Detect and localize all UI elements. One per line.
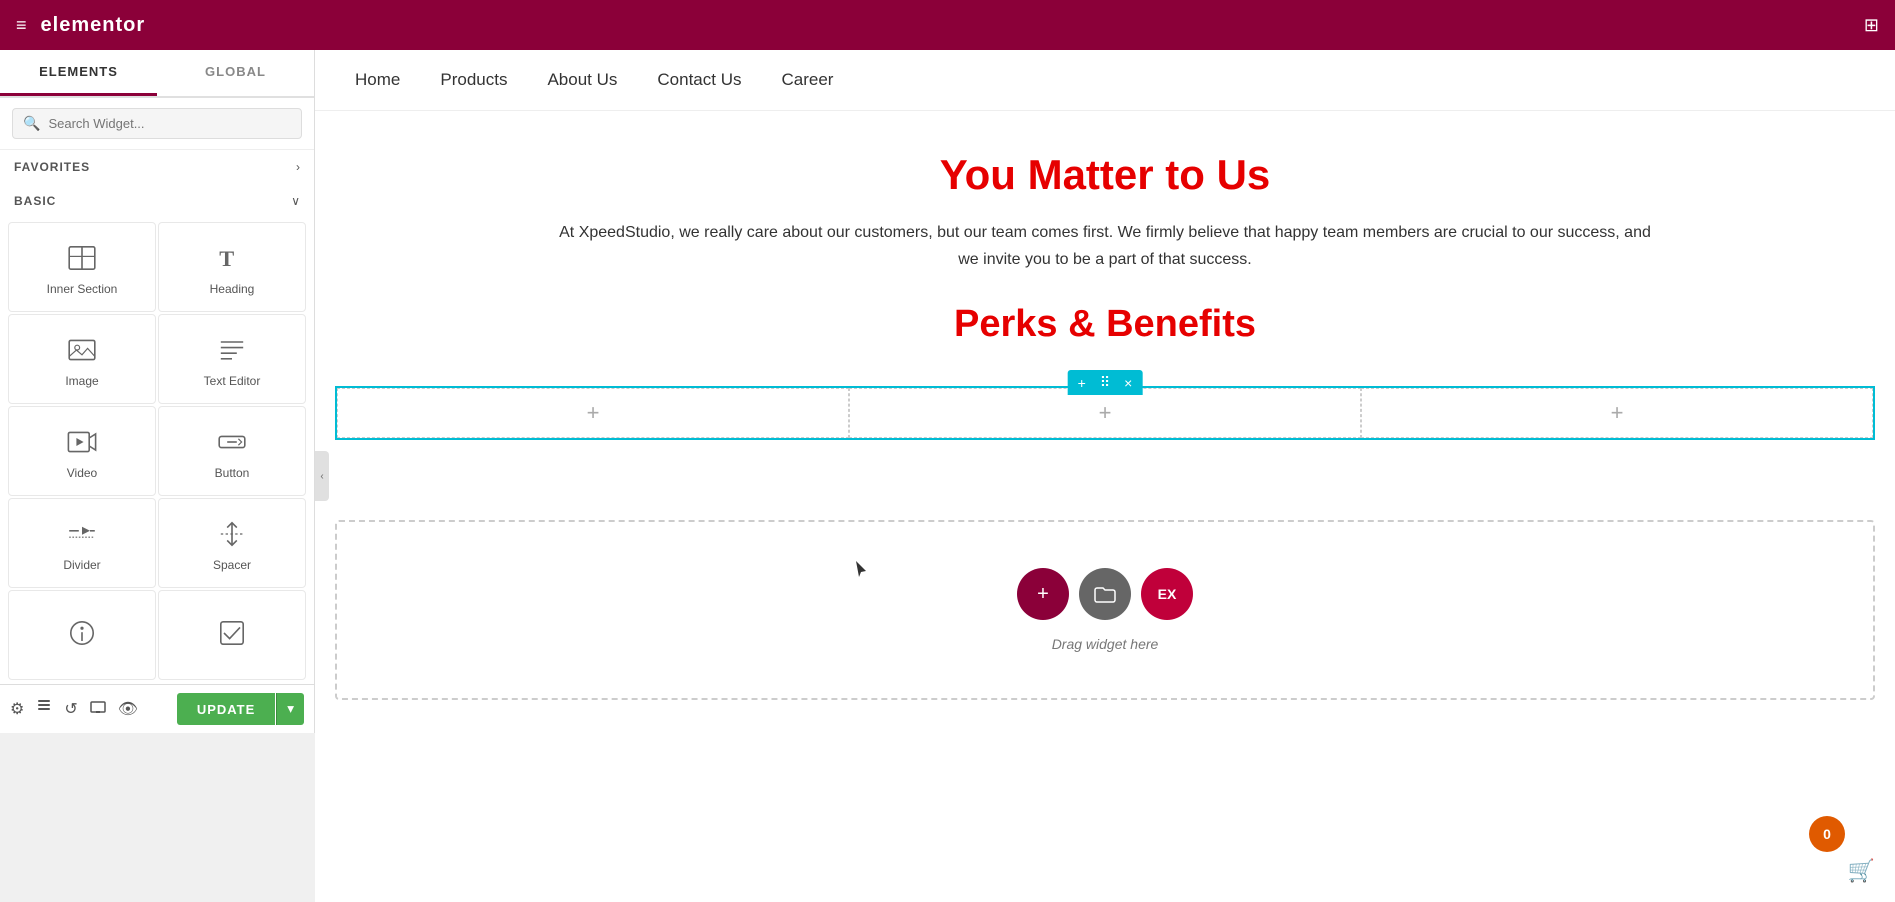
widget-spacer[interactable]: Spacer	[158, 498, 306, 588]
panel-tabs: ELEMENTS GLOBAL	[0, 50, 314, 98]
drop-zone: + EX Drag widget here	[335, 520, 1875, 700]
add-col-3-btn[interactable]: +	[1611, 400, 1624, 426]
left-panel: ELEMENTS GLOBAL 🔍 FAVORITES › BASIC ∨	[0, 50, 315, 733]
update-button[interactable]: UPDATE	[177, 693, 275, 725]
notification-badge[interactable]: 0	[1809, 816, 1845, 852]
widget-label-divider: Divider	[63, 558, 100, 572]
search-icon: 🔍	[23, 115, 40, 132]
nav-products[interactable]: Products	[440, 70, 507, 90]
heading-icon: T	[216, 242, 248, 274]
widget-button[interactable]: Button	[158, 406, 306, 496]
favorites-arrow: ›	[296, 160, 300, 174]
widget-extra-1[interactable]	[8, 590, 156, 680]
video-icon	[66, 426, 98, 458]
widget-label-spacer: Spacer	[213, 558, 251, 572]
widget-image[interactable]: Image	[8, 314, 156, 404]
widget-label-inner-section: Inner Section	[47, 282, 118, 296]
drop-add-button[interactable]: +	[1017, 568, 1069, 620]
row-controls: + ⠿ ×	[1068, 370, 1143, 395]
spacer-icon	[216, 518, 248, 550]
nav-career[interactable]: Career	[781, 70, 833, 90]
divider-icon	[66, 518, 98, 550]
canvas-area: Home Products About Us Contact Us Career…	[315, 50, 1895, 902]
widget-extra-2-icon	[216, 617, 248, 649]
widget-grid: Inner Section T Heading Image	[0, 218, 314, 684]
widget-divider[interactable]: Divider	[8, 498, 156, 588]
widget-extra-1-icon	[66, 617, 98, 649]
ex-label: EX	[1158, 586, 1177, 602]
hamburger-icon[interactable]: ≡	[16, 15, 27, 36]
drop-ex-button[interactable]: EX	[1141, 568, 1193, 620]
folder-icon	[1094, 583, 1116, 605]
widget-label-text-editor: Text Editor	[204, 374, 261, 388]
search-box: 🔍	[0, 98, 314, 150]
bottom-toolbar: ⚙ ↺ 👁 UPDATE ▾	[0, 684, 314, 733]
basic-label: BASIC	[14, 194, 56, 208]
image-icon	[66, 334, 98, 366]
widget-label-image: Image	[65, 374, 98, 388]
site-nav: Home Products About Us Contact Us Career	[315, 50, 1895, 111]
hero-title: You Matter to Us	[335, 151, 1875, 199]
panel-collapse-handle[interactable]: ‹	[315, 451, 329, 501]
add-col-2-btn[interactable]: +	[1099, 400, 1112, 426]
hero-section: You Matter to Us At XpeedStudio, we real…	[315, 111, 1895, 386]
text-editor-icon	[216, 334, 248, 366]
hero-description: At XpeedStudio, we really care about our…	[555, 219, 1655, 273]
row-col-3[interactable]: +	[1361, 388, 1873, 438]
favorites-label: FAVORITES	[14, 160, 90, 174]
grid-icon[interactable]: ⊞	[1864, 15, 1879, 36]
row-col-2[interactable]: +	[849, 388, 1361, 438]
favorites-section-header[interactable]: FAVORITES ›	[0, 150, 314, 184]
basic-section-header[interactable]: BASIC ∨	[0, 184, 314, 218]
elementor-logo: elementor	[41, 14, 146, 37]
widget-label-heading: Heading	[210, 282, 255, 296]
widget-heading[interactable]: T Heading	[158, 222, 306, 312]
widget-inner-section[interactable]: Inner Section	[8, 222, 156, 312]
widget-label-button: Button	[215, 466, 250, 480]
search-input[interactable]	[48, 116, 291, 131]
responsive-icon[interactable]	[90, 699, 106, 720]
row-inner: + + +	[337, 388, 1873, 438]
history-icon[interactable]: ↺	[64, 699, 77, 719]
svg-text:T: T	[219, 246, 234, 271]
button-icon	[216, 426, 248, 458]
tab-elements[interactable]: ELEMENTS	[0, 50, 157, 96]
basic-arrow: ∨	[291, 194, 300, 208]
layers-icon[interactable]	[36, 699, 52, 720]
drop-zone-label: Drag widget here	[1052, 636, 1159, 652]
add-col-1-btn[interactable]: +	[587, 400, 600, 426]
row-move-btn[interactable]: ⠿	[1096, 372, 1114, 393]
drop-zone-buttons: + EX	[1017, 568, 1193, 620]
nav-about[interactable]: About Us	[547, 70, 617, 90]
row-delete-btn[interactable]: ×	[1120, 373, 1136, 393]
selected-row: + ⠿ × + + +	[335, 386, 1875, 440]
widget-text-editor[interactable]: Text Editor	[158, 314, 306, 404]
widget-label-video: Video	[67, 466, 97, 480]
perks-title: Perks & Benefits	[335, 303, 1875, 346]
tab-global[interactable]: GLOBAL	[157, 50, 314, 96]
widget-video[interactable]: Video	[8, 406, 156, 496]
widget-extra-2[interactable]	[158, 590, 306, 680]
nav-home[interactable]: Home	[355, 70, 400, 90]
drop-folder-button[interactable]	[1079, 568, 1131, 620]
top-bar: ≡ elementor ⊞	[0, 0, 1895, 50]
row-add-btn[interactable]: +	[1074, 373, 1090, 393]
inner-section-icon	[66, 242, 98, 274]
eye-icon[interactable]: 👁	[118, 699, 138, 719]
update-dropdown-button[interactable]: ▾	[276, 693, 304, 725]
canvas-content: Home Products About Us Contact Us Career…	[315, 50, 1895, 902]
nav-contact[interactable]: Contact Us	[657, 70, 741, 90]
row-col-1[interactable]: +	[337, 388, 849, 438]
cart-icon[interactable]: 🛒	[1848, 858, 1875, 884]
settings-icon[interactable]: ⚙	[10, 699, 24, 719]
